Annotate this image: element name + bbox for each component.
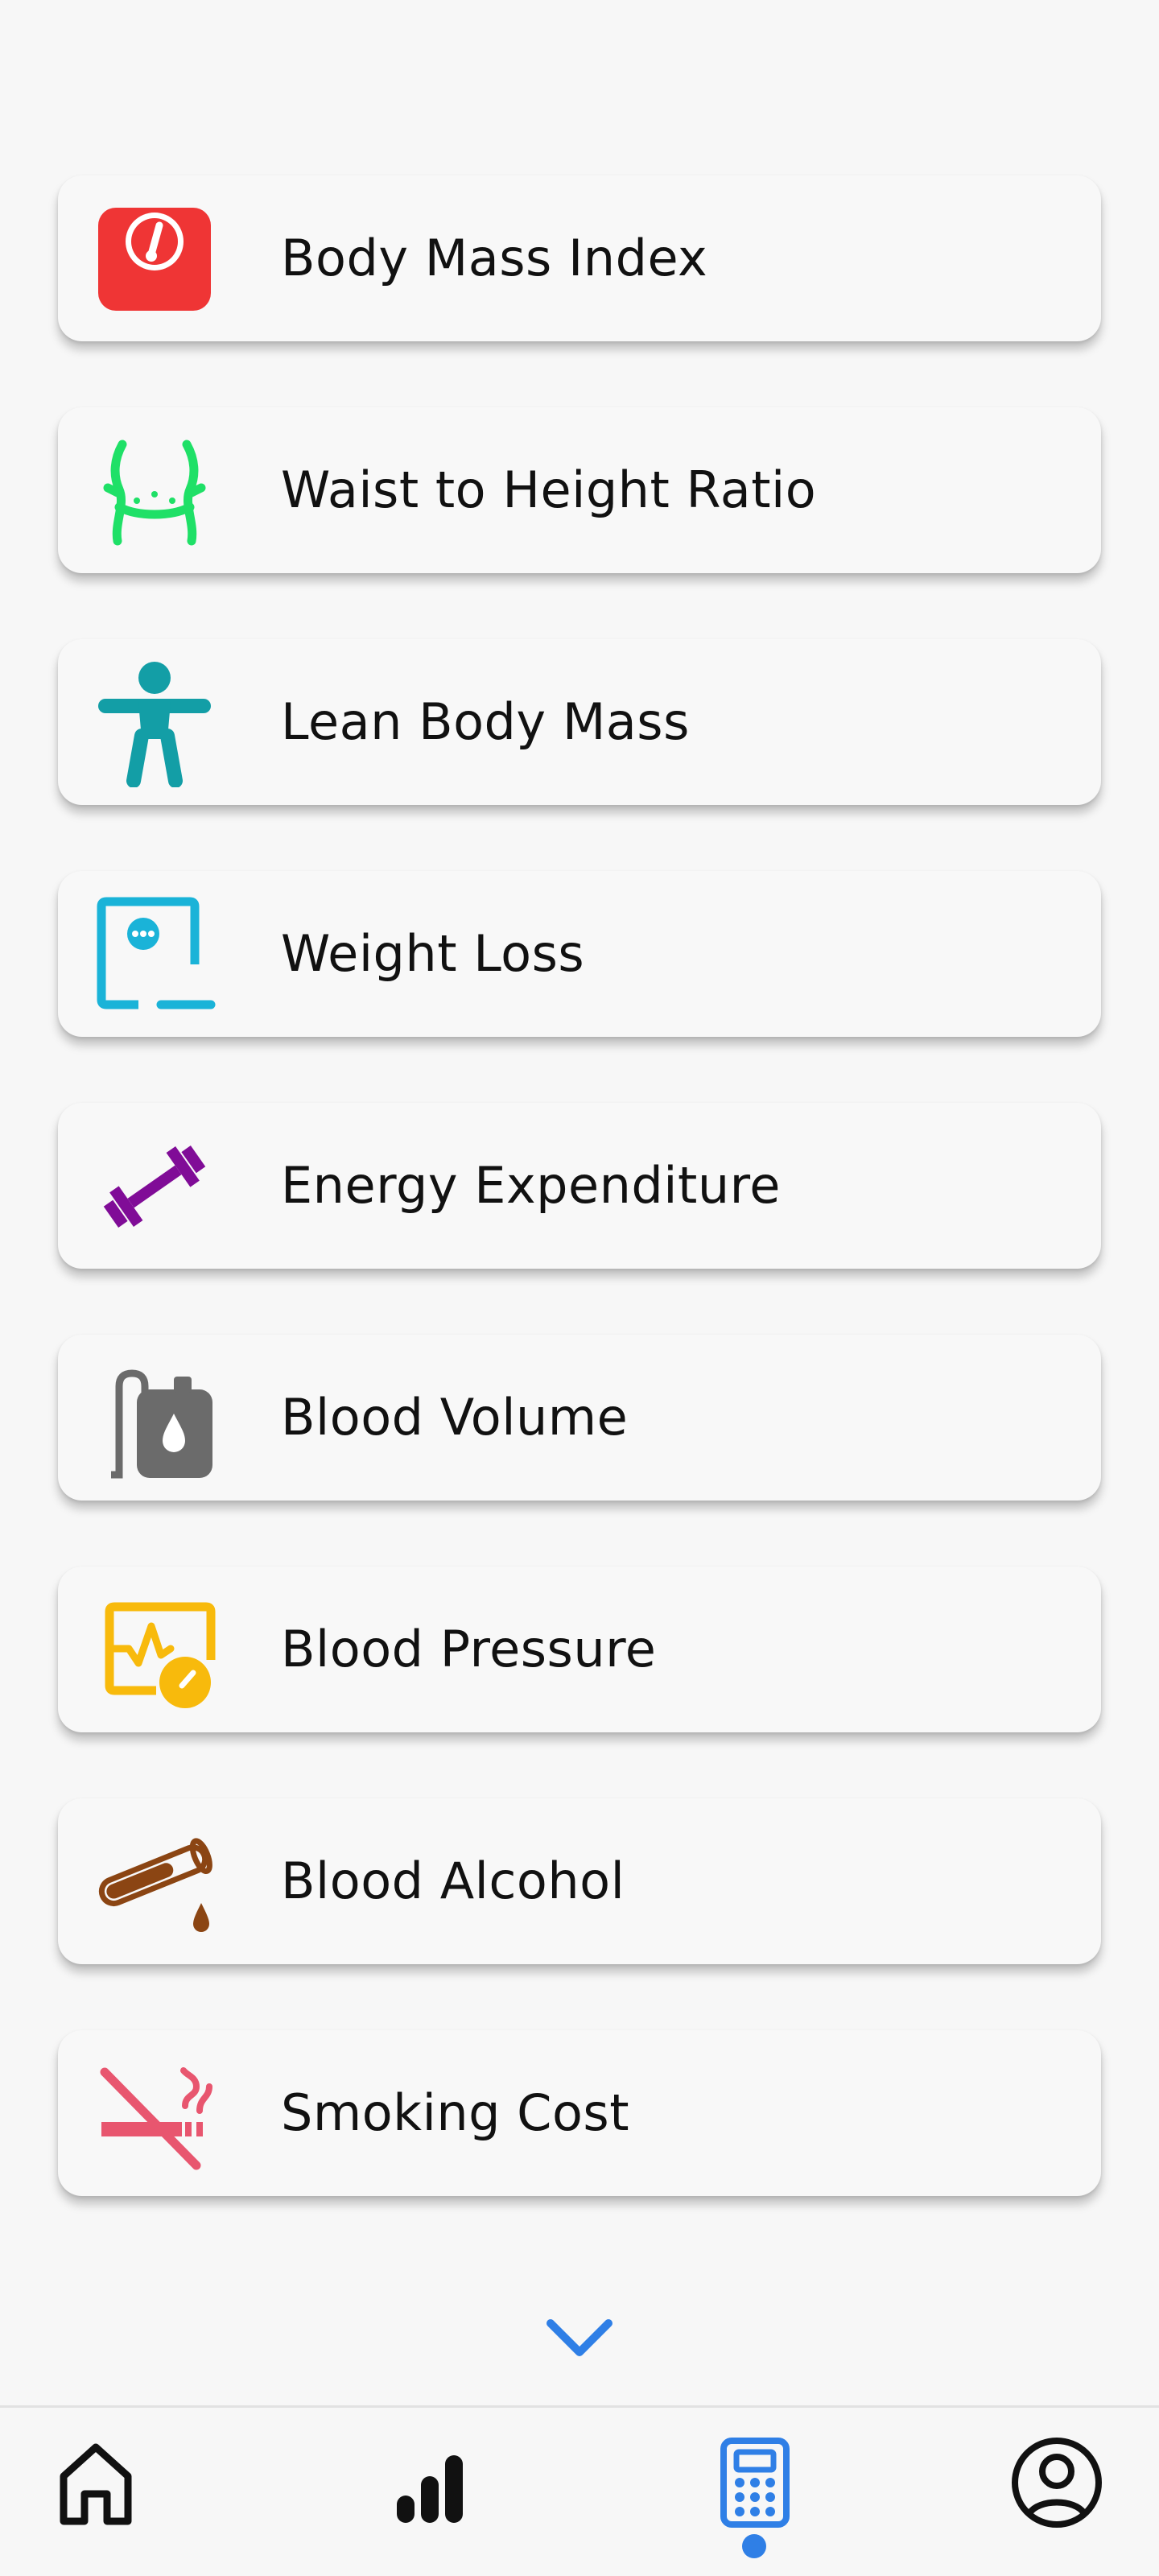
waist-icon <box>90 427 219 555</box>
scale-icon <box>90 195 219 324</box>
nav-home[interactable] <box>43 2432 148 2537</box>
active-tab-indicator <box>742 2534 766 2558</box>
calculator-card-energy-expenditure[interactable]: Energy Expenditure <box>58 1103 1101 1269</box>
calculator-card-weight-loss[interactable]: Weight Loss <box>58 871 1101 1037</box>
chevron-down-icon[interactable] <box>539 2310 620 2367</box>
nav-stats[interactable] <box>372 2432 476 2537</box>
no-smoking-icon <box>90 2050 219 2178</box>
calculator-label: Blood Alcohol <box>281 1852 625 1910</box>
blood-pressure-monitor-icon <box>90 1586 219 1715</box>
blood-bag-icon <box>90 1354 219 1483</box>
calculator-icon <box>706 2434 802 2534</box>
calculator-label: Waist to Height Ratio <box>281 460 817 519</box>
calculator-card-body-mass-index[interactable]: Body Mass Index <box>58 175 1101 341</box>
calculator-label: Lean Body Mass <box>281 692 690 751</box>
nav-calculators[interactable] <box>702 2432 806 2537</box>
calculator-card-blood-volume[interactable]: Blood Volume <box>58 1335 1101 1501</box>
weight-loss-icon <box>90 890 219 1019</box>
dumbbell-icon <box>90 1122 219 1251</box>
calculator-label: Energy Expenditure <box>281 1156 781 1215</box>
calculators-screen: Body Mass Index Waist to Height Ratio Le… <box>0 0 1159 2576</box>
home-icon <box>47 2434 144 2534</box>
calculator-label: Weight Loss <box>281 924 585 983</box>
calculator-card-lean-body-mass[interactable]: Lean Body Mass <box>58 639 1101 805</box>
bar-chart-icon <box>376 2434 472 2534</box>
test-tube-drop-icon <box>90 1818 219 1946</box>
calculator-card-waist-to-height-ratio[interactable]: Waist to Height Ratio <box>58 407 1101 573</box>
calculator-card-blood-alcohol[interactable]: Blood Alcohol <box>58 1798 1101 1964</box>
bottom-navigation-bar <box>0 2405 1159 2576</box>
calculator-label: Blood Volume <box>281 1388 629 1447</box>
calculator-card-smoking-cost[interactable]: Smoking Cost <box>58 2030 1101 2196</box>
account-circle-icon <box>1007 2433 1107 2536</box>
calculator-label: Body Mass Index <box>281 229 708 287</box>
accessibility-person-icon <box>90 658 219 787</box>
calculator-label: Blood Pressure <box>281 1620 657 1678</box>
calculator-card-blood-pressure[interactable]: Blood Pressure <box>58 1567 1101 1732</box>
nav-profile[interactable] <box>1004 2432 1109 2537</box>
calculator-label: Smoking Cost <box>281 2083 630 2142</box>
